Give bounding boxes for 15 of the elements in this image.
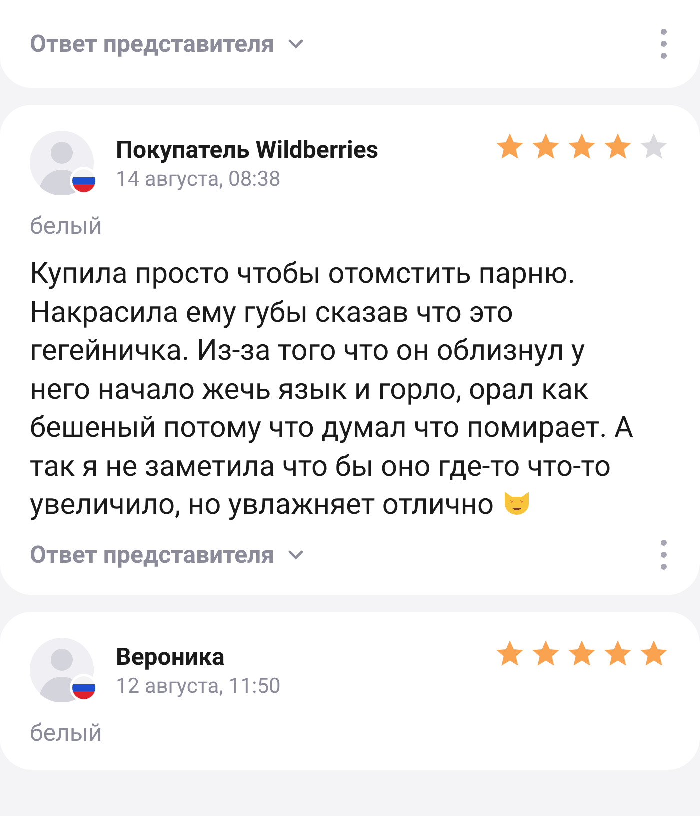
flag-icon <box>70 674 98 702</box>
review-date: 12 августа, 11:50 <box>116 674 281 700</box>
reply-toggle[interactable]: Ответ представителя <box>30 536 305 572</box>
color-option: белый <box>30 211 102 241</box>
review-text: Купила просто чтобы отомстить парню. Накрасила ему губы сказав что это гегейничка. Из-за того что он облизнул у него начало жечь язык и горло, орал как бешеный потому что думал что помирает. А так я не заметила что бы оно где-то что-то увеличило, но увлажняет отлично <box>30 256 634 524</box>
color-option: белый <box>30 718 102 748</box>
author-name: Вероника <box>116 642 225 672</box>
flag-icon <box>70 167 98 195</box>
reply-toggle[interactable]: Ответ представителя <box>30 26 305 62</box>
more-menu-button[interactable] <box>658 538 670 572</box>
review-date: 14 августа, 08:38 <box>116 167 281 194</box>
kebab-menu-icon <box>661 538 667 570</box>
author-name: Покупатель Wildberries <box>116 135 379 165</box>
kebab-menu-icon <box>661 28 667 60</box>
more-menu-button[interactable] <box>658 27 670 61</box>
